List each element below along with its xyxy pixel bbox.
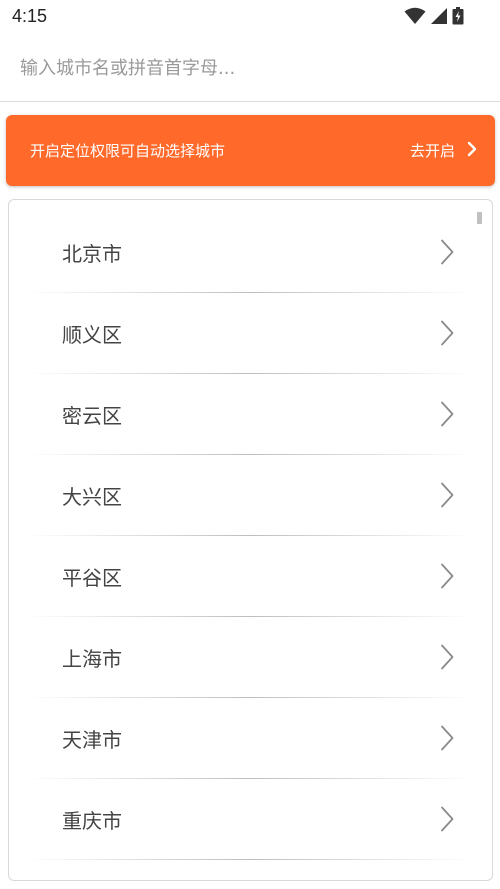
city-name: 上海市 xyxy=(62,647,122,671)
wifi-icon xyxy=(404,7,426,25)
banner-message: 开启定位权限可自动选择城市 xyxy=(30,142,226,160)
chevron-right-icon xyxy=(467,141,477,161)
city-list-card: 北京市顺义区密云区大兴区平谷区上海市天津市重庆市 xyxy=(8,199,493,881)
enable-location-label: 去开启 xyxy=(409,142,455,160)
city-list-item[interactable]: 天津市 xyxy=(9,698,492,779)
city-list-item[interactable]: 顺义区 xyxy=(9,293,492,374)
search-input[interactable] xyxy=(10,46,480,90)
chevron-right-icon xyxy=(440,725,454,755)
city-name: 北京市 xyxy=(62,242,122,266)
chevron-right-icon xyxy=(440,239,454,269)
city-list-item[interactable]: 密云区 xyxy=(9,374,492,455)
city-list: 北京市顺义区密云区大兴区平谷区上海市天津市重庆市 xyxy=(9,212,492,860)
status-time: 4:15 xyxy=(12,6,48,26)
signal-icon xyxy=(430,7,448,25)
city-list-item[interactable]: 重庆市 xyxy=(9,779,492,860)
divider xyxy=(27,859,474,860)
status-icons xyxy=(404,7,464,25)
status-bar: 4:15 xyxy=(0,0,500,34)
city-name: 天津市 xyxy=(62,728,122,752)
city-list-item[interactable]: 北京市 xyxy=(9,212,492,293)
city-list-item[interactable]: 大兴区 xyxy=(9,455,492,536)
city-name: 重庆市 xyxy=(62,809,122,833)
city-list-item[interactable]: 上海市 xyxy=(9,617,492,698)
city-name: 密云区 xyxy=(62,404,122,428)
chevron-right-icon xyxy=(440,320,454,350)
chevron-right-icon xyxy=(440,806,454,836)
search-bar xyxy=(0,34,500,102)
chevron-right-icon xyxy=(440,401,454,431)
city-list-item[interactable]: 平谷区 xyxy=(9,536,492,617)
chevron-right-icon xyxy=(440,482,454,512)
location-permission-banner[interactable]: 开启定位权限可自动选择城市 去开启 xyxy=(6,115,495,186)
enable-location-button[interactable]: 去开启 xyxy=(410,140,477,161)
city-name: 平谷区 xyxy=(62,566,122,590)
city-name: 顺义区 xyxy=(62,323,122,347)
chevron-right-icon xyxy=(440,644,454,674)
chevron-right-icon xyxy=(440,563,454,593)
city-name: 大兴区 xyxy=(62,485,122,509)
battery-icon xyxy=(452,7,464,25)
